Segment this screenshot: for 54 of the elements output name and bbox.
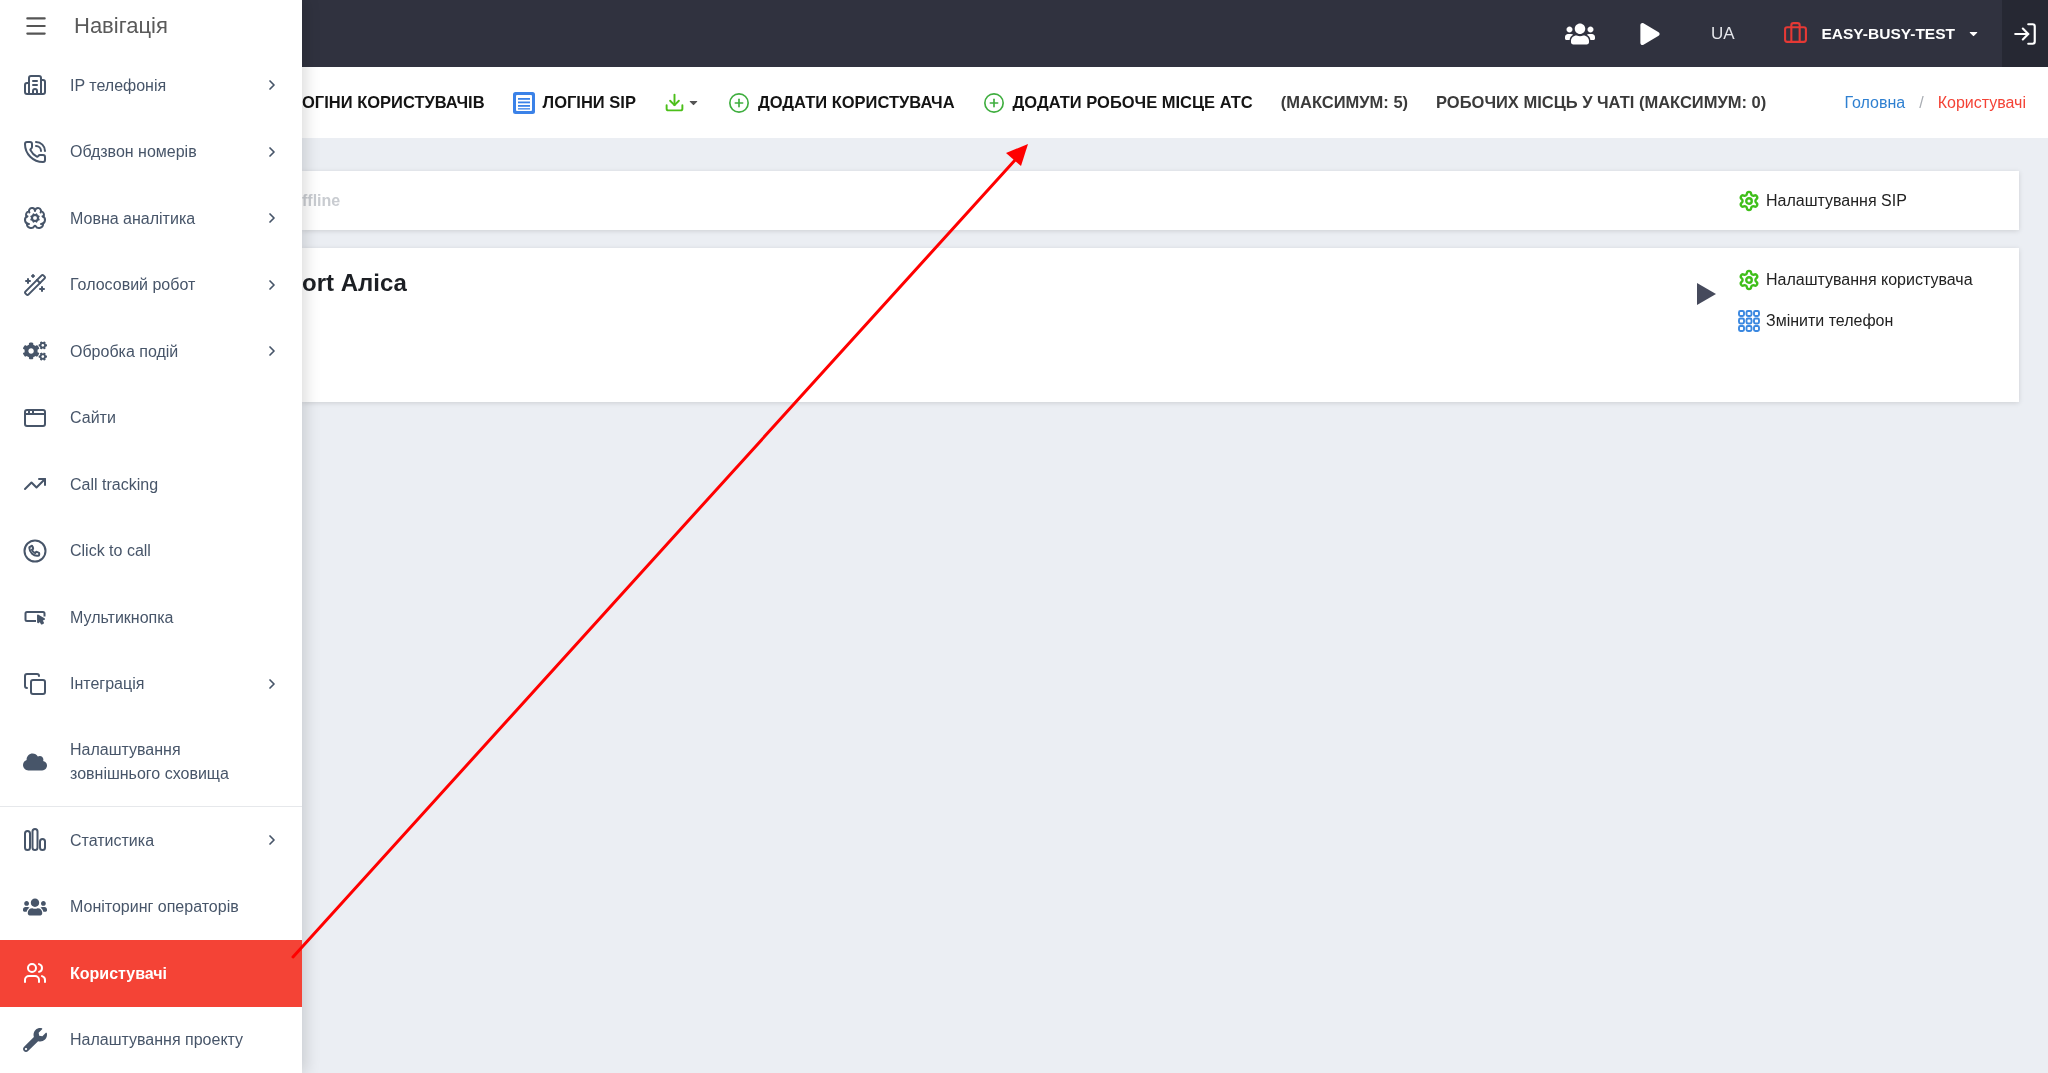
list-icon — [512, 91, 535, 114]
sidebar-item[interactable]: Обробка подій — [0, 318, 302, 385]
gear-icon — [1738, 269, 1760, 291]
plus-circle-icon — [982, 91, 1005, 114]
download-icon — [663, 92, 685, 113]
limit-text: РОБОЧИХ МІСЦЬ У ЧАТІ (МАКСИМУМ: 0) — [1436, 93, 1767, 112]
phone-icon — [23, 139, 47, 164]
sidebar-item[interactable]: Моніторинг операторів — [0, 873, 302, 940]
sidebar-item[interactable]: Голосовий робот — [0, 251, 302, 318]
magic-wand-icon — [23, 272, 47, 297]
logout-button[interactable] — [2002, 0, 2048, 67]
gears-icon — [23, 339, 47, 364]
sidebar-item[interactable]: Мовна аналітика — [0, 185, 302, 252]
brain-icon — [23, 206, 47, 231]
sidebar-item[interactable]: Інтеграція — [0, 650, 302, 717]
sidebar-item[interactable]: IP телефонія — [0, 52, 302, 119]
add-link[interactable]: ДОДАТИ КОРИСТУВАЧА — [727, 91, 955, 114]
bar-chart-icon — [23, 828, 47, 853]
settings-link[interactable]: Налаштування SIP — [1738, 188, 2019, 213]
briefcase-icon — [1782, 21, 1808, 46]
dialpad-icon — [1738, 310, 1760, 332]
gear-icon — [1738, 189, 1760, 212]
play-icon[interactable] — [1638, 22, 1661, 45]
user-name: ort Аліса — [302, 268, 408, 298]
sidebar-item[interactable]: Мультикнопка — [0, 584, 302, 651]
sidebar-item[interactable]: Налаштування проекту — [0, 1006, 302, 1073]
sidebar-item[interactable]: Статистика — [0, 807, 302, 874]
settings-link[interactable]: Налаштування користувача — [1738, 268, 2019, 292]
sidebar-item[interactable]: Обдзвон номерів — [0, 118, 302, 185]
users-icon — [23, 961, 47, 986]
play-icon — [1697, 283, 1716, 305]
toolbar-link[interactable]: ОГІНИ КОРИСТУВАЧІВ — [302, 93, 485, 112]
play-button[interactable] — [1697, 283, 1716, 305]
breadcrumb-link[interactable]: Користувачі — [1937, 93, 2026, 112]
language-selector[interactable]: UA — [1710, 23, 1735, 44]
download-menu[interactable] — [663, 92, 700, 113]
drawer-title: Навігація — [74, 13, 168, 39]
sidebar-item[interactable]: Click to call — [0, 517, 302, 584]
project-menu[interactable]: EASY-BUSY-TEST — [1782, 21, 1980, 46]
phone-icon — [23, 538, 47, 563]
building-icon — [23, 73, 47, 98]
logout-icon — [2012, 20, 2038, 47]
limit-text: (МАКСИМУМ: 5) — [1280, 93, 1409, 112]
add-link[interactable]: ДОДАТИ РОБОЧЕ МІСЦЕ АТС — [982, 91, 1253, 114]
sidebar-item[interactable]: Користувачі — [0, 940, 302, 1007]
sidebar-item[interactable]: Сайти — [0, 384, 302, 451]
breadcrumb-link[interactable]: Головна — [1844, 93, 1906, 112]
plus-circle-icon — [727, 91, 750, 114]
wrench-icon — [23, 1027, 47, 1052]
breadcrumb-separator: / — [1919, 93, 1924, 112]
toolbar-link[interactable]: ЛОГІНИ SIP — [512, 91, 636, 114]
sidebar-item[interactable]: Call tracking — [0, 451, 302, 518]
overlapping-squares-icon — [23, 671, 47, 696]
change-phone-link[interactable]: Змінити телефон — [1738, 309, 2019, 333]
